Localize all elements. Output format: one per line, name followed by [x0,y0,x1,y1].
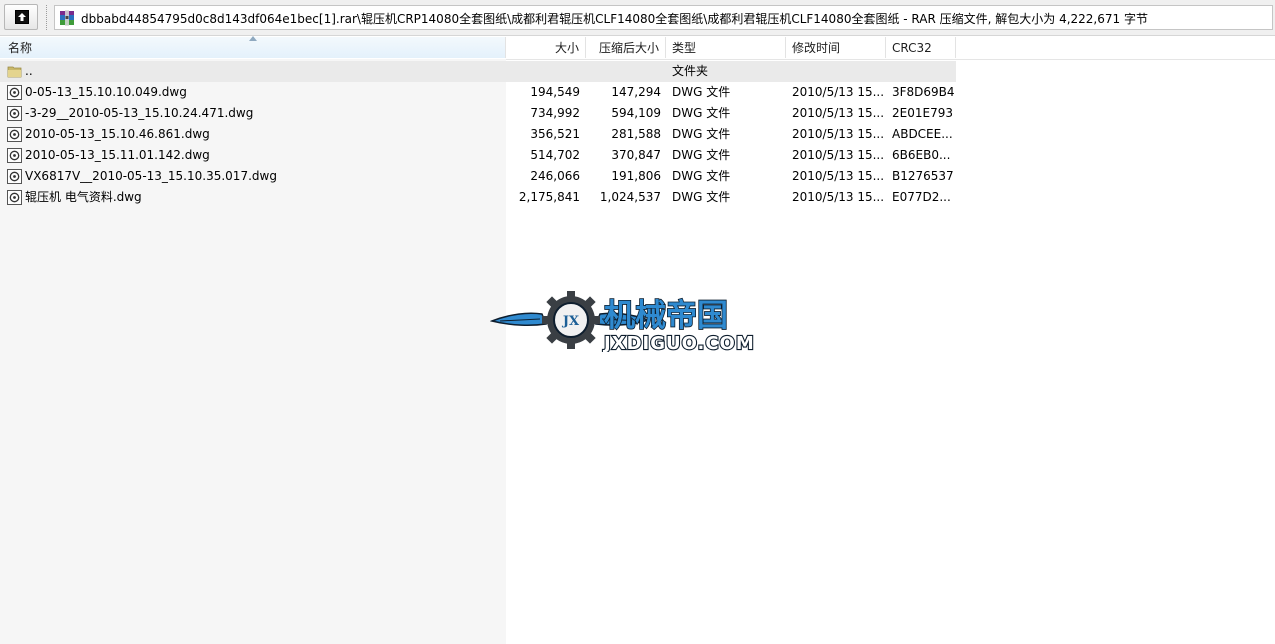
file-modified: 2010/5/13 15... [792,148,884,162]
file-type: DWG 文件 [672,148,731,162]
file-crc32: 6B6EB0... [892,148,951,162]
file-name: -3-29__2010-05-13_15.10.24.471.dwg [25,106,254,120]
up-arrow-icon [15,10,29,24]
dwg-file-icon [7,106,22,121]
list-item-parent-folder[interactable]: .. 文件夹 [0,61,956,82]
column-header-name[interactable]: 名称 [0,36,506,58]
file-modified: 2010/5/13 15... [792,85,884,99]
file-packed-size: 191,806 [611,169,661,183]
file-size: 2,175,841 [518,190,580,204]
file-packed-size: 1,024,537 [599,190,661,204]
column-header-modified[interactable]: 修改时间 [786,37,886,58]
table-row[interactable]: VX6817V__2010-05-13_15.10.35.017.dwg 246… [0,166,956,187]
column-header-modified-label: 修改时间 [792,41,841,55]
file-packed-size: 594,109 [611,106,661,120]
column-header-type[interactable]: 类型 [666,37,786,58]
file-name: .. [25,64,33,78]
file-size: 514,702 [530,148,580,162]
file-size: 734,992 [530,106,580,120]
winrar-archive-icon [60,10,74,26]
file-modified: 2010/5/13 15... [792,127,884,141]
file-type: DWG 文件 [672,190,731,204]
column-header-size[interactable]: 大小 [506,37,586,58]
column-header-packed-size-label: 压缩后大小 [598,41,659,55]
sort-ascending-icon [249,36,257,41]
up-one-level-button[interactable] [4,4,38,30]
table-row[interactable]: 辊压机 电气资料.dwg 2,175,841 1,024,537 DWG 文件 … [0,187,956,208]
toolbar-separator [46,5,49,30]
dwg-file-icon [7,169,22,184]
file-packed-size: 370,847 [611,148,661,162]
dwg-file-icon [7,127,22,142]
column-header-type-label: 类型 [672,41,697,55]
file-crc32: E077D2... [892,190,951,204]
file-crc32: ABDCEE... [892,127,953,141]
file-name: 0-05-13_15.10.10.049.dwg [25,85,187,99]
column-header-size-label: 大小 [554,41,579,55]
file-packed-size: 281,588 [611,127,661,141]
file-type: DWG 文件 [672,127,731,141]
file-size: 246,066 [530,169,580,183]
table-row[interactable]: 0-05-13_15.10.10.049.dwg 194,549 147,294… [0,82,956,103]
watermark-emblem-text: JX [562,314,580,329]
column-header-crc32-label: CRC32 [892,41,932,55]
file-modified: 2010/5/13 15... [792,106,884,120]
watermark-title: 机械帝国 [604,298,728,334]
dwg-file-icon [7,148,22,163]
table-row[interactable]: 2010-05-13_15.11.01.142.dwg 514,702 370,… [0,145,956,166]
archive-path-field[interactable]: dbbabd44854795d0c8d143df064e1bec[1].rar\… [54,5,1273,30]
watermark-logo: JX 机械帝国 JXDIGUO.COM [490,291,755,352]
folder-icon [7,66,22,78]
archive-path-text: dbbabd44854795d0c8d143df064e1bec[1].rar\… [81,12,1148,26]
watermark-site: JXDIGUO.COM [602,333,755,352]
file-name: 辊压机 电气资料.dwg [25,190,142,204]
file-crc32: B1276537 [892,169,954,183]
path-toolbar: dbbabd44854795d0c8d143df064e1bec[1].rar\… [0,0,1275,36]
file-crc32: 2E01E793 [892,106,953,120]
file-crc32: 3F8D69B4 [892,85,955,99]
file-type: 文件夹 [672,64,709,78]
file-name: 2010-05-13_15.11.01.142.dwg [25,148,210,162]
table-row[interactable]: 2010-05-13_15.10.46.861.dwg 356,521 281,… [0,124,956,145]
file-size: 194,549 [530,85,580,99]
file-modified: 2010/5/13 15... [792,190,884,204]
dwg-file-icon [7,190,22,205]
table-row[interactable]: -3-29__2010-05-13_15.10.24.471.dwg 734,9… [0,103,956,124]
column-header-packed-size[interactable]: 压缩后大小 [586,37,666,58]
column-header-row: 名称 大小 压缩后大小 类型 修改时间 CRC32 [0,36,1275,60]
column-header-crc32[interactable]: CRC32 [886,37,956,58]
file-size: 356,521 [530,127,580,141]
file-type: DWG 文件 [672,106,731,120]
file-modified: 2010/5/13 15... [792,169,884,183]
file-type: DWG 文件 [672,85,731,99]
file-name: 2010-05-13_15.10.46.861.dwg [25,127,210,141]
file-name: VX6817V__2010-05-13_15.10.35.017.dwg [25,169,277,183]
file-type: DWG 文件 [672,169,731,183]
column-header-name-label: 名称 [8,41,33,55]
file-packed-size: 147,294 [611,85,661,99]
dwg-file-icon [7,85,22,100]
